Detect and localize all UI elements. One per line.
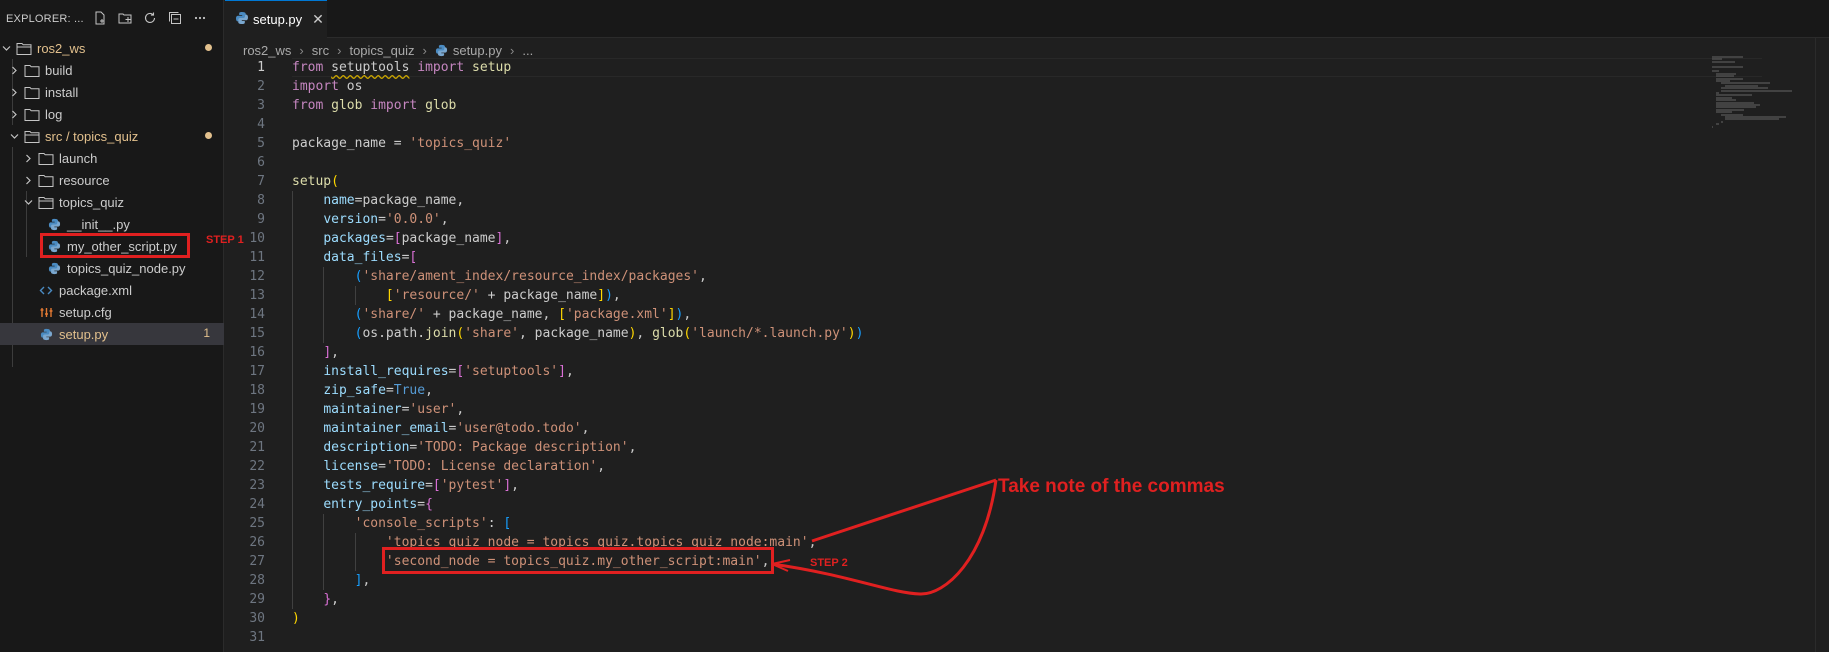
arrow-to-line-27: [771, 479, 998, 596]
annotation-arrows: [771, 478, 998, 596]
arrow-to-line-26: [811, 478, 997, 543]
